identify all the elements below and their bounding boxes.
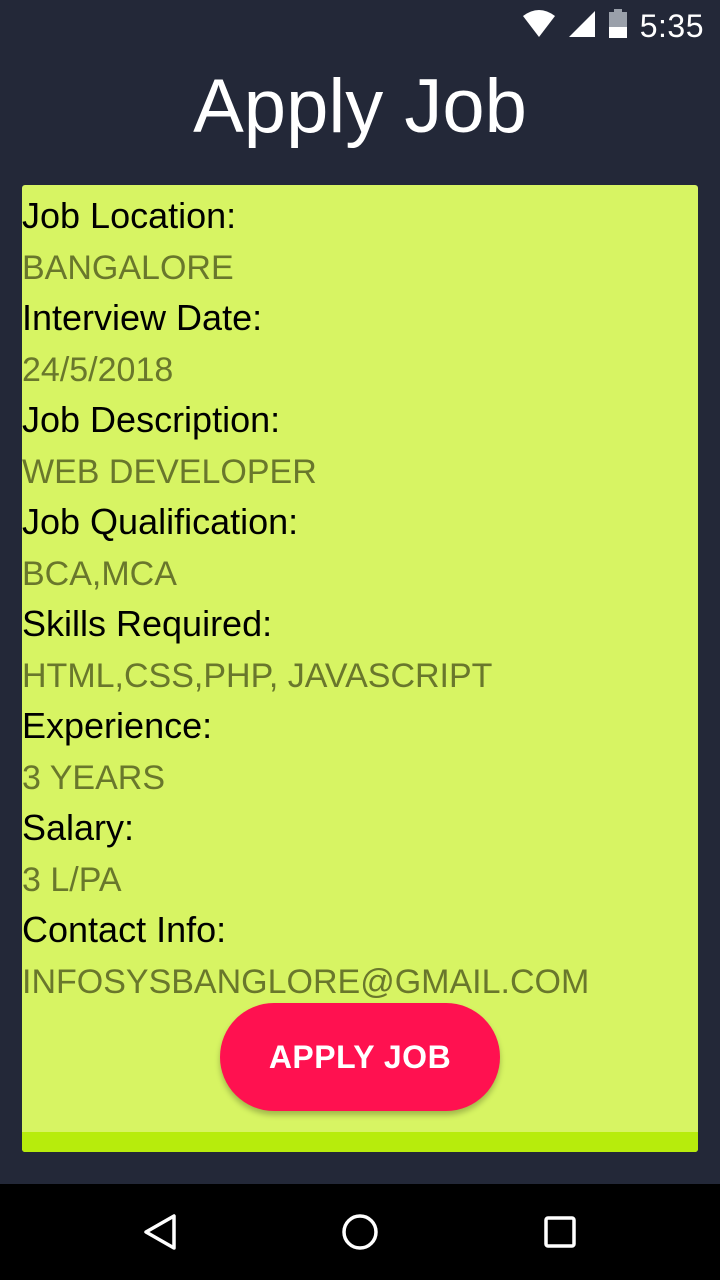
status-icons: 5:35 [522,6,704,46]
field-contact-info: Contact Info: INFOSYSBANGLORE@GMAIL.COM [22,907,698,1009]
field-label: Experience: [22,705,213,746]
apply-job-button[interactable]: APPLY JOB [220,1003,500,1111]
field-experience: Experience: 3 YEARS [22,703,698,805]
home-icon[interactable] [336,1208,384,1256]
field-value: 3 L/PA [22,861,122,899]
card-bottom-bar [22,1132,698,1152]
wifi-icon [522,9,556,43]
back-icon[interactable] [136,1208,184,1256]
field-value: WEB DEVELOPER [22,453,317,491]
field-job-description: Job Description: WEB DEVELOPER [22,397,698,499]
field-job-location: Job Location: BANGALORE [22,193,698,295]
page-title: Apply Job [193,64,527,149]
field-job-qualification: Job Qualification: BCA,MCA [22,499,698,601]
cell-signal-icon [568,10,596,43]
navigation-bar [0,1184,720,1280]
field-label: Job Qualification: [22,501,299,542]
recents-icon[interactable] [536,1208,584,1256]
field-value: BCA,MCA [22,555,177,593]
field-skills-required: Skills Required: HTML,CSS,PHP, JAVASCRIP… [22,601,698,703]
field-label: Job Description: [22,399,281,440]
status-bar: 5:35 [0,0,720,50]
status-time: 5:35 [639,7,704,44]
field-label: Skills Required: [22,603,273,644]
field-label: Interview Date: [22,297,263,338]
job-details-card: Job Location: BANGALORE Interview Date: … [22,185,698,1152]
field-label: Salary: [22,807,135,848]
field-salary: Salary: 3 L/PA [22,805,698,907]
field-label: Contact Info: [22,909,227,950]
battery-icon [608,8,628,44]
field-value: HTML,CSS,PHP, JAVASCRIPT [22,657,493,695]
field-value: BANGALORE [22,249,234,287]
field-value: INFOSYSBANGLORE@GMAIL.COM [22,963,590,1001]
field-value: 3 YEARS [22,759,166,797]
field-label: Job Location: [22,195,237,236]
field-interview-date: Interview Date: 24/5/2018 [22,295,698,397]
job-field-list: Job Location: BANGALORE Interview Date: … [22,193,698,1009]
field-value: 24/5/2018 [22,351,174,389]
